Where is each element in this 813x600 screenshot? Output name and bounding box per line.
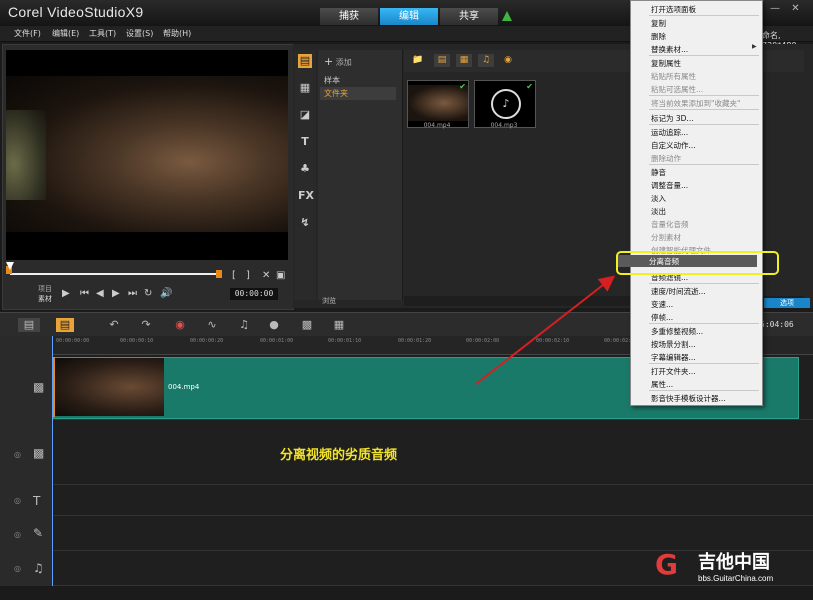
watermark-title: 吉他中国 <box>698 552 770 573</box>
annotation-arrow <box>475 275 616 385</box>
watermark-url: bbs.GuitarChina.com <box>698 574 774 583</box>
guitar-logo-icon: G <box>655 548 678 581</box>
